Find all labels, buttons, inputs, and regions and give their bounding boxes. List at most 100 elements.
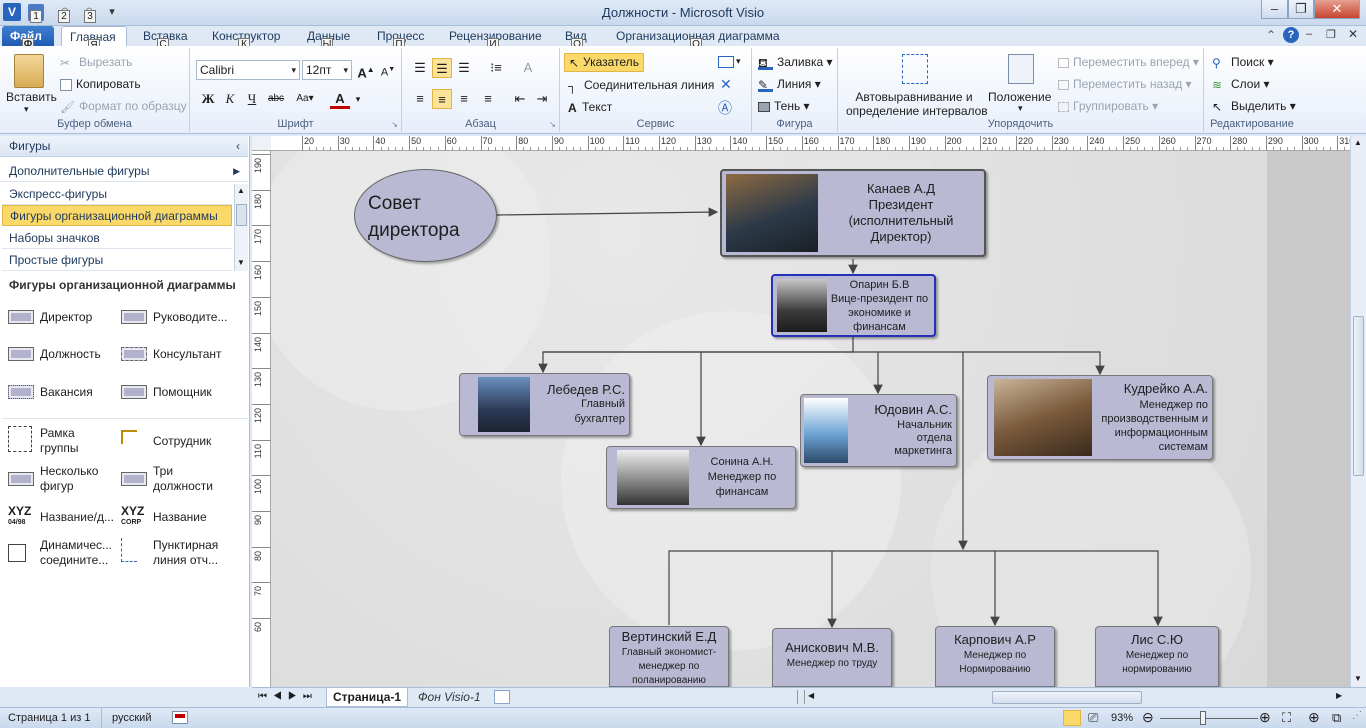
auto-align-button[interactable]: Автовыравнивание и определение интервалов xyxy=(846,90,988,118)
tab-org-chart[interactable]: Организационная диаграмма О xyxy=(608,26,788,51)
connector-subgroup-vertinsky-lis[interactable] xyxy=(668,550,1163,627)
tab-process[interactable]: Процесс П xyxy=(369,26,432,51)
tab-data[interactable]: Данные Ы xyxy=(299,26,358,51)
more-shapes-button[interactable]: Дополнительные фигуры ▶ xyxy=(0,161,248,182)
grow-font-icon[interactable]: A▲ xyxy=(356,60,376,80)
scroll-left-icon[interactable]: ◀ xyxy=(808,691,814,700)
zoom-in-icon[interactable]: ⊕ xyxy=(1259,709,1271,726)
node-aniskovich[interactable]: Анискович М.В. Менеджер по труду xyxy=(772,628,892,687)
bring-forward-button[interactable]: Переместить вперед ▾ xyxy=(1058,55,1199,69)
fullscreen-view-icon[interactable]: ⎚ xyxy=(1088,710,1098,726)
font-family-select[interactable]: Calibri ▾ xyxy=(196,60,300,80)
cut-button[interactable]: ✂ Вырезать xyxy=(60,55,132,70)
vertical-ruler[interactable]: 190 180 170 160 150 140 130 120 110 100 90 80 70 60 xyxy=(252,151,271,687)
zoom-out-icon[interactable]: ⊖ xyxy=(1142,709,1154,726)
help-icon[interactable]: ? xyxy=(1283,27,1299,43)
chevron-down-icon[interactable]: ▾ xyxy=(736,56,741,67)
position-icon[interactable] xyxy=(1008,54,1034,84)
align-right-icon[interactable]: ≡ xyxy=(454,89,474,109)
dialog-launcher-icon[interactable]: ↘ xyxy=(391,120,398,129)
line-button[interactable]: ✎ Линия ▾ xyxy=(758,77,821,92)
resize-grip-icon[interactable]: ⋰ xyxy=(1352,710,1362,721)
node-yudovin[interactable]: Юдовин А.С. Начальник отдела маркетинга xyxy=(800,394,957,467)
align-middle-icon[interactable]: ☰ xyxy=(432,58,452,78)
fill-button[interactable]: ⛾ Заливка ▾ xyxy=(758,55,833,70)
scroll-down-icon[interactable]: ▼ xyxy=(1354,674,1362,683)
send-backward-button[interactable]: Переместить назад ▾ xyxy=(1058,77,1192,91)
stencil-quick-shapes[interactable]: Экспресс-фигуры xyxy=(2,184,232,205)
strikethrough-icon[interactable]: abc xyxy=(266,89,286,109)
stencil-basic-shapes[interactable]: Простые фигуры xyxy=(2,250,232,271)
chevron-down-icon[interactable]: ▾ xyxy=(1018,103,1023,114)
shape-title[interactable]: XYZ CORP Название xyxy=(113,505,228,538)
shape-staff[interactable]: Сотрудник xyxy=(113,426,228,458)
connector-tool-button[interactable]: ┐ Соединительная линия xyxy=(568,78,714,93)
shadow-button[interactable]: Тень ▾ xyxy=(758,99,810,113)
node-vertinsky[interactable]: Вертинский Е.Д Главный экономист-менеджер… xyxy=(609,626,729,687)
maximize-button[interactable]: ❐ xyxy=(1288,0,1314,19)
stencil-scrollbar[interactable]: ▲ ▼ xyxy=(234,184,248,271)
shape-team-frame[interactable]: Рамка группы xyxy=(0,426,115,458)
shape-dotted-line[interactable]: Пунктирная линия отч... xyxy=(113,538,228,570)
collapse-chevron-icon[interactable]: ‹ xyxy=(236,136,240,157)
auto-align-icon[interactable] xyxy=(902,54,928,84)
shape-title-date[interactable]: XYZ 04/98 Название/д... xyxy=(0,505,115,538)
page-tab-1[interactable]: Страница-1 xyxy=(326,688,409,707)
scroll-up-icon[interactable]: ▲ xyxy=(1354,138,1362,147)
horizontal-ruler[interactable]: 20 30 40 50 60 70 80 90 100 110 120 130 140 150 160 170… xyxy=(271,136,1366,151)
shrink-font-icon[interactable]: A▼ xyxy=(378,60,398,80)
shape-vacancy[interactable]: Вакансия xyxy=(0,383,115,415)
doc-close-icon[interactable]: ✕ xyxy=(1348,27,1358,41)
pan-zoom-icon[interactable]: ⊕ xyxy=(1308,709,1320,726)
select-button[interactable]: ↖ Выделить ▾ xyxy=(1212,99,1296,114)
node-karpovich[interactable]: Карпович А.Р Менеджер по Нормированию xyxy=(935,626,1055,687)
language-indicator[interactable]: русский xyxy=(112,712,151,724)
underline-icon[interactable]: Ч xyxy=(242,89,262,109)
horizontal-scroll-thumb[interactable] xyxy=(992,691,1142,704)
tab-file[interactable]: Файл Ф xyxy=(2,26,54,51)
copy-button[interactable]: Копировать xyxy=(60,77,141,91)
paste-dropdown-icon[interactable]: ▾ xyxy=(24,104,29,115)
justify-icon[interactable]: ≡ xyxy=(478,89,498,109)
minimize-button[interactable]: – xyxy=(1261,0,1288,19)
normal-view-icon[interactable] xyxy=(1063,710,1081,726)
align-center-icon[interactable]: ≡ xyxy=(432,89,452,109)
paste-icon[interactable] xyxy=(14,54,44,88)
scroll-down-icon[interactable]: ▼ xyxy=(237,258,245,267)
rectangle-icon[interactable] xyxy=(718,56,734,68)
text-direction-icon[interactable]: A xyxy=(518,58,538,78)
position-button[interactable]: Положение xyxy=(988,90,1051,104)
text-tool-button[interactable]: A Текст xyxy=(568,100,612,115)
scroll-right-icon[interactable]: ▶ xyxy=(1336,691,1342,700)
font-color-icon[interactable]: A xyxy=(330,89,350,109)
italic-icon[interactable]: К xyxy=(220,89,240,109)
drawing-canvas[interactable]: Совет директора Канаев А.Д Президент (исп… xyxy=(271,151,1350,687)
doc-restore-icon[interactable]: ❐ xyxy=(1326,28,1336,41)
align-bottom-icon[interactable]: ☰ xyxy=(454,58,474,78)
zoom-level[interactable]: 93% xyxy=(1111,712,1133,724)
layers-button[interactable]: ≋ Слои ▾ xyxy=(1212,77,1270,92)
dialog-launcher-icon[interactable]: ↘ xyxy=(549,120,556,129)
find-button[interactable]: ⚲ Поиск ▾ xyxy=(1212,55,1274,70)
tab-review[interactable]: Рецензирование И xyxy=(441,26,550,51)
page-tab-background[interactable]: Фон Visio-1 xyxy=(412,688,487,707)
shape-manager[interactable]: Руководите... xyxy=(113,308,228,340)
connection-point-icon[interactable]: Ⓐ xyxy=(718,98,732,118)
node-vp[interactable]: Опарин Б.В Вице-президент по экономике и … xyxy=(771,274,936,337)
stencil-org-chart-shapes[interactable]: Фигуры организационной диаграммы xyxy=(2,205,232,226)
align-left-icon[interactable]: ≡ xyxy=(410,89,430,109)
tab-design[interactable]: Конструктор К xyxy=(204,26,288,51)
node-sonina[interactable]: Сонина А.Н. Менеджер по финансам xyxy=(606,446,796,509)
shape-multiple[interactable]: Несколько фигур xyxy=(0,464,115,496)
format-painter-button[interactable]: 🖌 Формат по образцу xyxy=(60,99,187,114)
insert-page-icon[interactable] xyxy=(494,690,510,704)
shape-consultant[interactable]: Консультант xyxy=(113,345,228,377)
bold-icon[interactable]: Ж xyxy=(198,89,218,109)
vertical-scrollbar[interactable]: ▲ ▼ xyxy=(1350,136,1366,687)
font-size-select[interactable]: 12пт ▾ xyxy=(302,60,352,80)
scroll-thumb[interactable] xyxy=(236,204,247,226)
zoom-slider-track[interactable] xyxy=(1160,718,1258,719)
shape-position[interactable]: Должность xyxy=(0,345,115,377)
tab-insert[interactable]: Вставка С xyxy=(135,26,196,51)
shape-executive[interactable]: Директор xyxy=(0,308,115,340)
